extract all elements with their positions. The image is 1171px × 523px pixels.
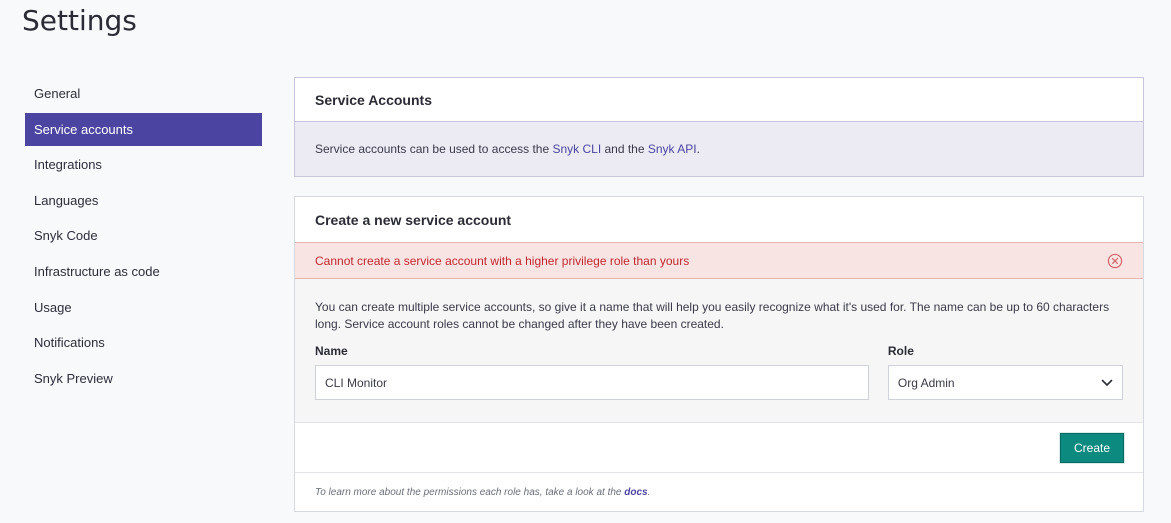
info-text-suffix: . [696,142,700,156]
sidebar-item-label: Integrations [34,157,102,173]
sidebar-item-label: Service accounts [34,121,133,137]
name-input[interactable]: CLI Monitor [315,365,869,400]
create-service-account-card: Create a new service account Cannot crea… [294,196,1144,512]
sidebar-item-notifications[interactable]: Notifications [25,326,262,359]
service-accounts-info: Service accounts can be used to access t… [295,122,1143,176]
sidebar-item-service-accounts[interactable]: Service accounts [25,112,262,146]
sidebar-item-snyk-preview[interactable]: Snyk Preview [25,362,262,395]
snyk-cli-link[interactable]: Snyk CLI [552,142,601,156]
create-service-account-title: Create a new service account [315,211,512,228]
info-text-prefix: Service accounts can be used to access t… [315,142,553,156]
sidebar-item-languages[interactable]: Languages [25,184,262,217]
name-field-group: Name CLI Monitor [315,344,869,400]
sidebar-item-usage[interactable]: Usage [25,291,262,324]
role-select[interactable]: Org Admin [887,365,1123,400]
permissions-footnote: To learn more about the permissions each… [295,473,1143,511]
info-text-mid: and the [601,142,648,156]
error-message: Cannot create a service account with a h… [315,253,690,268]
chevron-down-icon [1101,376,1113,390]
close-circle-icon[interactable] [1107,253,1123,269]
service-accounts-card: Service Accounts Service accounts can be… [294,77,1144,177]
page-title: Settings [22,4,137,37]
snyk-api-link[interactable]: Snyk API [648,142,697,156]
settings-sidebar: General Service accounts Integrations La… [25,77,262,397]
error-banner: Cannot create a service account with a h… [295,242,1143,279]
sidebar-item-infrastructure-as-code[interactable]: Infrastructure as code [25,255,262,288]
sidebar-item-label: Languages [34,192,99,208]
role-label: Role [887,344,914,358]
sidebar-item-label: Infrastructure as code [34,263,160,279]
name-label: Name [315,344,348,358]
docs-link[interactable]: docs [624,487,647,498]
sidebar-item-label: General [34,86,81,101]
footnote-suffix: . [647,486,651,498]
footnote-text: To learn more about the permissions each… [315,486,625,498]
sidebar-item-label: Snyk Preview [34,370,113,386]
form-row: Name CLI Monitor Role Org Admin [315,344,1123,400]
form-actions: Create [295,423,1143,473]
sidebar-item-label: Snyk Code [34,228,98,244]
service-accounts-title: Service Accounts [295,78,1143,122]
role-selected-value: Org Admin [897,375,955,390]
sidebar-item-label: Usage [34,299,72,315]
sidebar-item-integrations[interactable]: Integrations [25,148,262,181]
create-form: You can create multiple service accounts… [295,279,1143,423]
role-field-group: Role Org Admin [887,344,1123,400]
sidebar-item-snyk-code[interactable]: Snyk Code [25,219,262,252]
sidebar-item-label: Notifications [34,335,105,351]
form-description: You can create multiple service accounts… [315,300,1110,331]
create-button[interactable]: Create [1060,432,1124,463]
sidebar-item-general[interactable]: General [25,77,262,110]
